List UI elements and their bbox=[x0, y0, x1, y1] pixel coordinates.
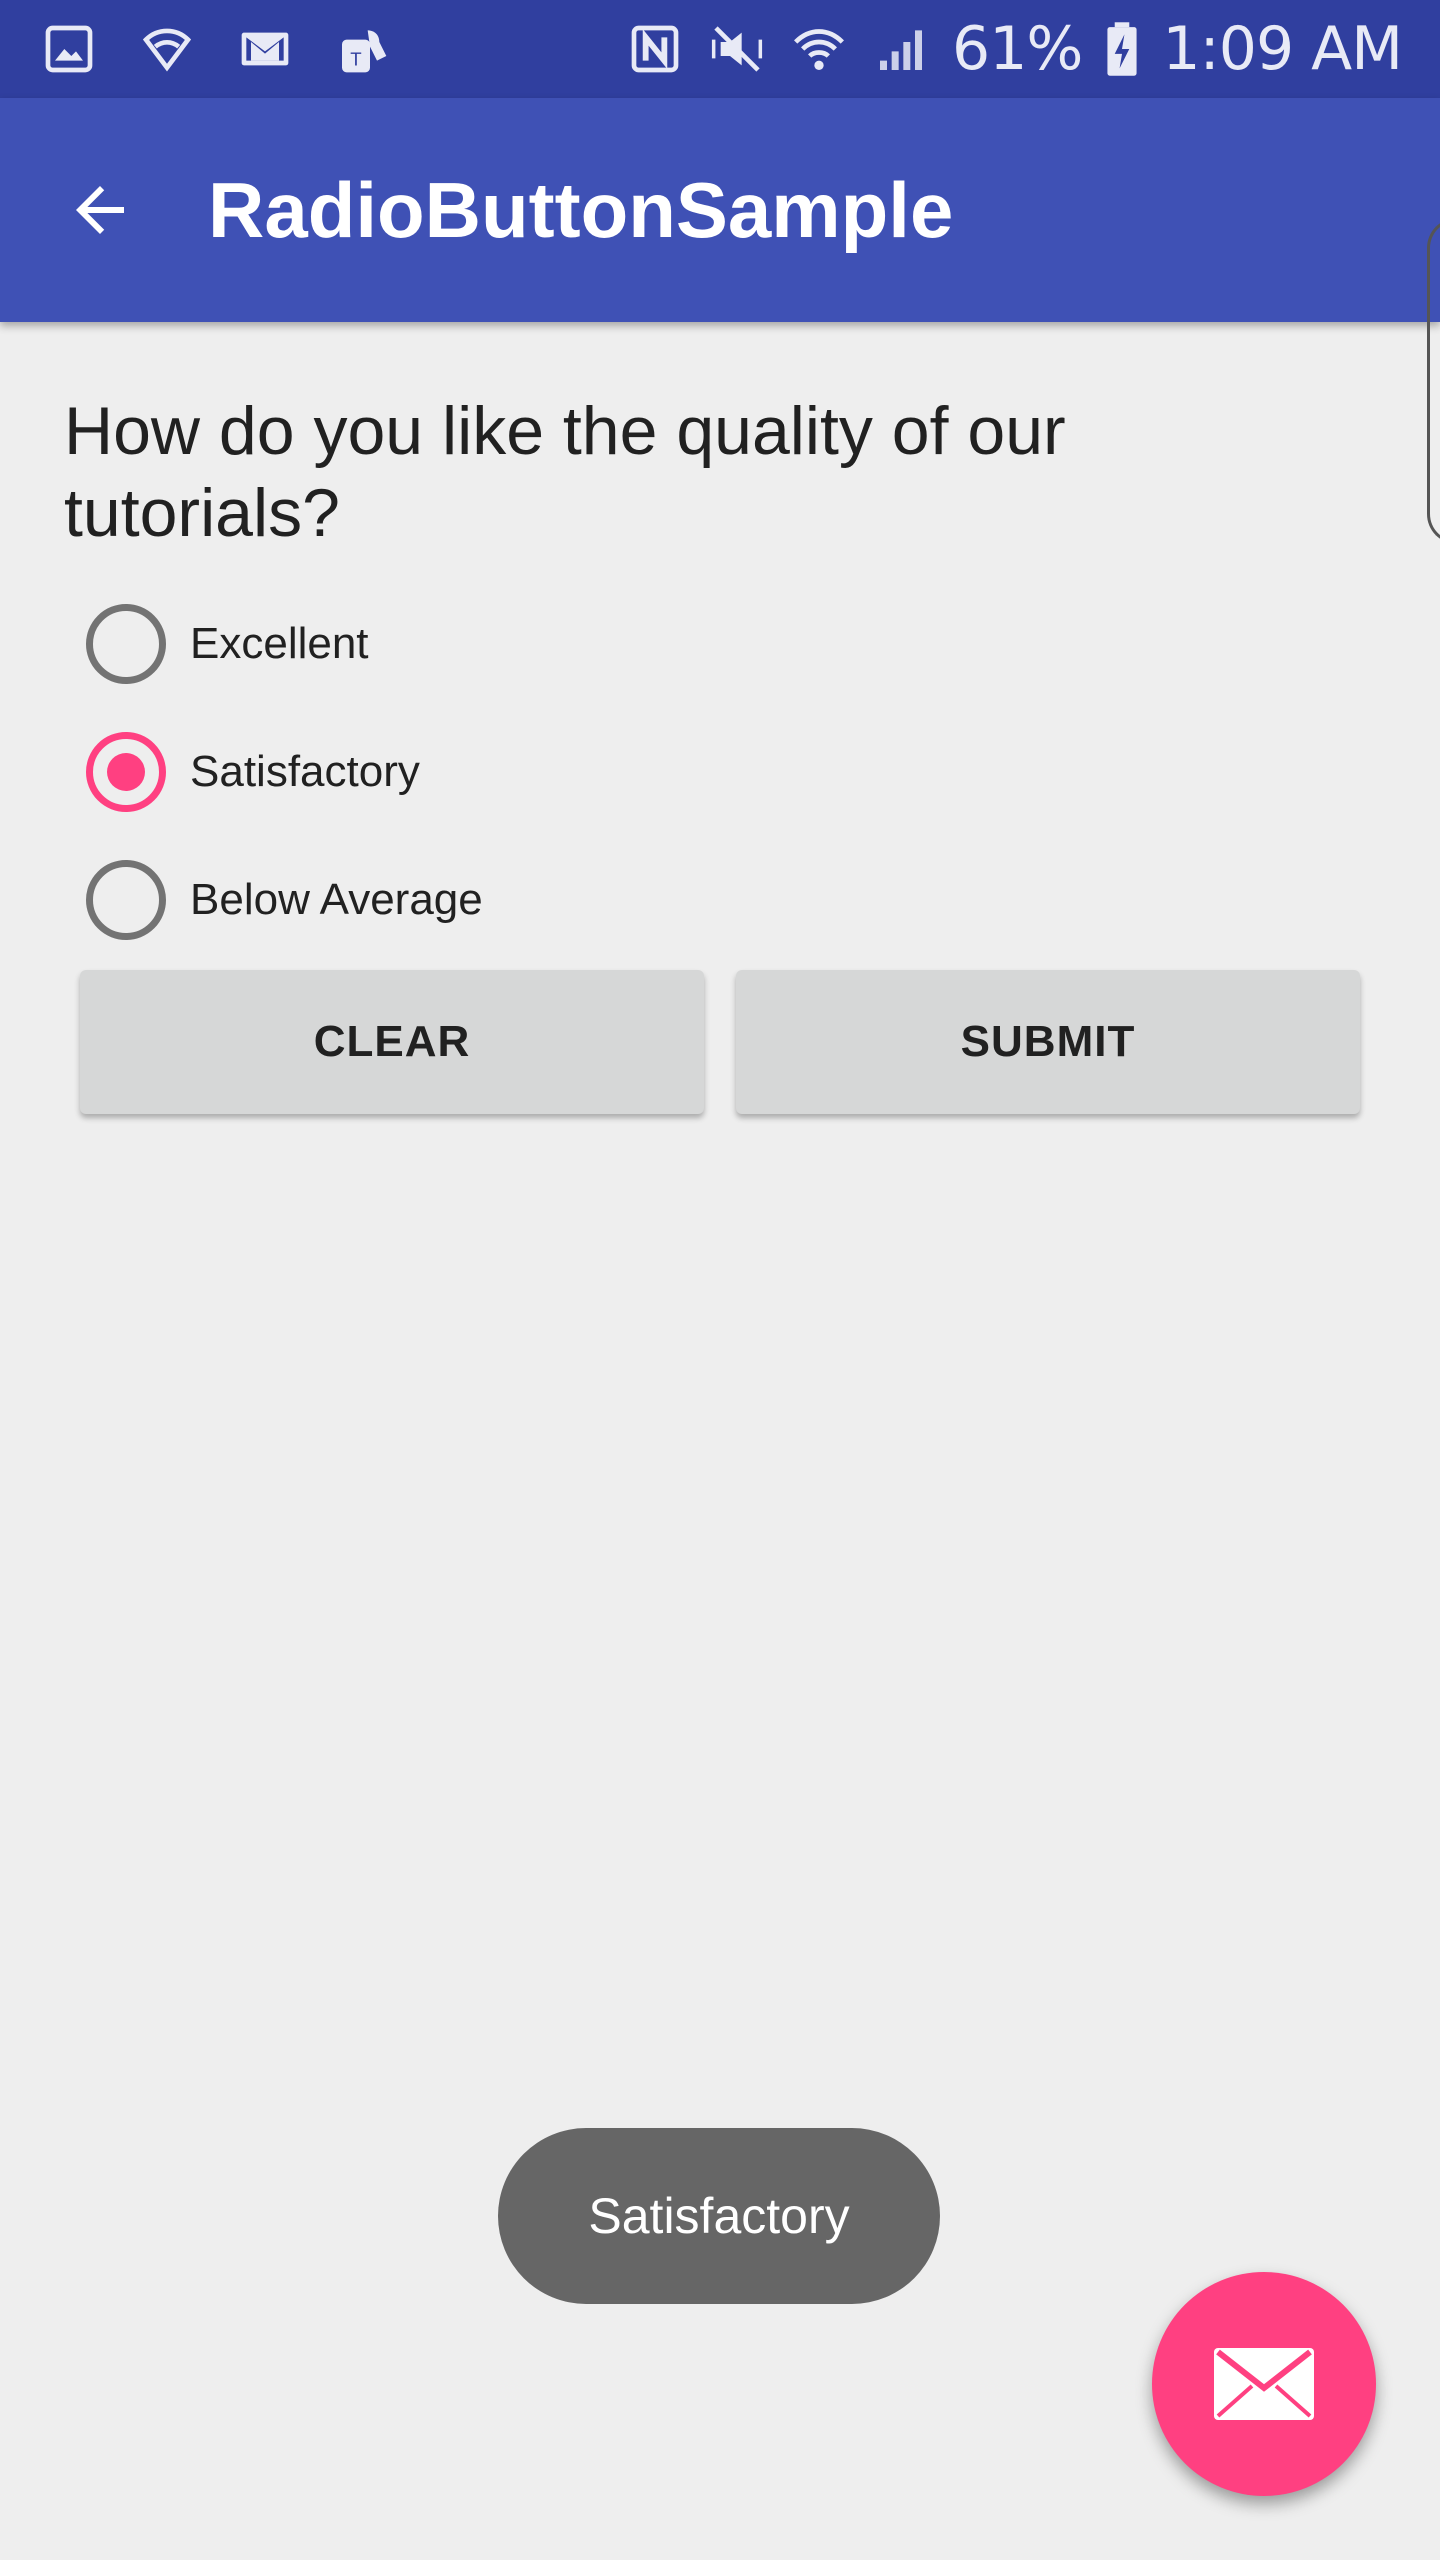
clear-button[interactable]: CLEAR bbox=[80, 970, 704, 1114]
arrow-back-icon bbox=[76, 186, 124, 234]
radio-button[interactable] bbox=[86, 604, 166, 684]
app-bar: RadioButtonSample bbox=[0, 98, 1440, 322]
submit-button[interactable]: SUBMIT bbox=[736, 970, 1360, 1114]
question-text: How do you like the quality of our tutor… bbox=[64, 393, 1066, 551]
back-button[interactable] bbox=[40, 150, 160, 270]
rating-radio-group: Excellent Satisfactory Below Average bbox=[86, 580, 986, 964]
radio-label: Excellent bbox=[190, 619, 369, 668]
wifi-shield-icon bbox=[136, 18, 198, 80]
radio-dot bbox=[107, 753, 145, 791]
gallery-icon bbox=[38, 18, 100, 80]
status-icons-left: T bbox=[38, 0, 394, 98]
wifi-icon bbox=[788, 18, 850, 80]
status-icons-right: 61% 1:09 AM bbox=[624, 0, 1403, 98]
mail-icon bbox=[1214, 2348, 1314, 2420]
radio-option-satisfactory[interactable]: Satisfactory bbox=[86, 708, 986, 836]
radio-label: Below Average bbox=[190, 875, 483, 924]
tmobile-icon: T bbox=[332, 18, 394, 80]
app-title: RadioButtonSample bbox=[208, 165, 954, 254]
radio-label: Satisfactory bbox=[190, 747, 420, 796]
gmail-icon bbox=[234, 18, 296, 80]
status-bar: T 61% 1:09 AM bbox=[0, 0, 1440, 98]
radio-button[interactable] bbox=[86, 860, 166, 940]
edge-panel-handle[interactable] bbox=[1427, 218, 1440, 544]
mute-icon bbox=[706, 18, 768, 80]
battery-percent: 61% bbox=[952, 14, 1083, 84]
battery-charging-icon bbox=[1102, 18, 1142, 80]
svg-text:T: T bbox=[350, 48, 361, 69]
radio-option-excellent[interactable]: Excellent bbox=[86, 580, 986, 708]
clock: 1:09 AM bbox=[1162, 14, 1403, 84]
fab-mail-button[interactable] bbox=[1152, 2272, 1376, 2496]
radio-button-checked[interactable] bbox=[86, 732, 166, 812]
nfc-icon bbox=[624, 18, 686, 80]
toast-message: Satisfactory bbox=[498, 2128, 940, 2304]
signal-icon bbox=[870, 18, 932, 80]
radio-option-below-average[interactable]: Below Average bbox=[86, 836, 986, 964]
